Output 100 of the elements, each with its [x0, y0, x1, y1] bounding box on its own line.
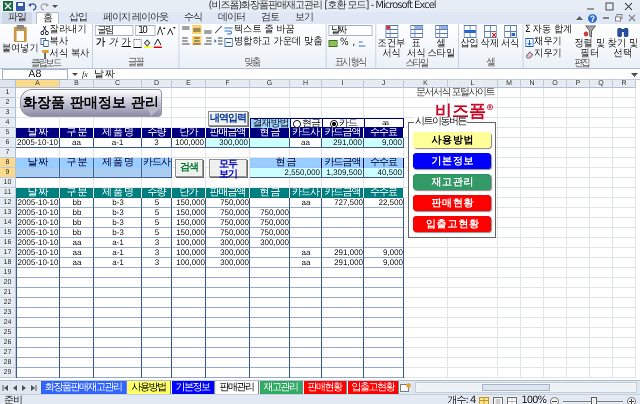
currency-icon[interactable]	[328, 38, 338, 48]
binoculars-icon	[616, 25, 630, 38]
find-select-button[interactable]: 찾기 및 선택	[607, 25, 639, 59]
undo-icon[interactable]	[28, 2, 37, 10]
table-style-icon	[434, 25, 448, 38]
cut-button[interactable]: 잘라내기	[40, 25, 90, 35]
filter-input-field[interactable]	[94, 168, 142, 178]
insert-function-button[interactable]: fx	[82, 70, 88, 78]
save-icon[interactable]	[16, 2, 25, 10]
font-field[interactable]: 굴림	[94, 25, 134, 36]
sheet-nav-button[interactable]: 재 고 관 리	[413, 174, 491, 190]
copy-button[interactable]: 복사	[40, 37, 90, 47]
ribbon-tab[interactable]: 수식	[178, 12, 208, 24]
close-icon[interactable]	[624, 2, 633, 10]
align-icon[interactable]	[204, 36, 213, 45]
filter-input-field[interactable]	[142, 168, 172, 178]
previous-sheet-icon[interactable]	[12, 384, 18, 392]
font-size-field[interactable]: 10	[135, 25, 156, 36]
comma-button[interactable]: ,	[352, 38, 356, 48]
ribbon-tab[interactable]: 데이터	[212, 12, 252, 24]
merge-center-button[interactable]: 병합하고 가운데 맞춤	[224, 37, 322, 47]
dropdown-caret-icon[interactable]	[72, 71, 78, 77]
caret-icon[interactable]	[576, 14, 583, 22]
paste-button[interactable]: 붙여넣기	[2, 25, 39, 54]
decimal-icon[interactable]	[358, 38, 368, 48]
sort-filter-button[interactable]: 정렬 및 필터	[574, 25, 606, 59]
next-sheet-icon[interactable]	[21, 384, 27, 392]
fill-color-icon[interactable]	[144, 38, 152, 48]
zoom-in-icon[interactable]	[627, 396, 636, 404]
number-format-field[interactable]: 날짜	[328, 25, 372, 36]
table-cell-text: 5	[154, 208, 160, 218]
ribbon-tab[interactable]: 보기	[289, 12, 320, 24]
table-cell-text: aa	[72, 258, 82, 268]
style-button[interactable]: 조건부 서식	[378, 25, 406, 59]
align-icon[interactable]	[192, 25, 202, 34]
eraser-icon	[524, 50, 534, 58]
table-header: 날 짜	[16, 128, 60, 138]
style-button[interactable]: 셀 스타일	[427, 25, 455, 59]
style-button[interactable]: 표 서식	[407, 25, 426, 59]
clipboard-icon	[12, 25, 28, 43]
first-sheet-icon[interactable]	[2, 384, 9, 392]
help-icon[interactable]	[588, 14, 597, 22]
page-break-view-icon[interactable]	[507, 396, 518, 404]
page-layout-view-icon[interactable]	[493, 396, 504, 404]
grow-font-icon[interactable]	[158, 26, 166, 35]
percent-button[interactable]: %	[339, 38, 350, 48]
ribbon-tab[interactable]: 페이지 레이아웃	[97, 12, 174, 24]
table-cell-text: 9,000	[382, 248, 404, 258]
table-header: 수량	[142, 188, 172, 198]
radio-button[interactable]	[330, 120, 338, 128]
ribbon-tab[interactable]: 홈	[36, 12, 59, 24]
table-header: 판매금액	[206, 128, 250, 138]
cell-button[interactable]: 삽입	[460, 25, 479, 49]
sheet-nav-button[interactable]: 사 용 방 법	[413, 132, 491, 148]
align-icon[interactable]	[192, 36, 202, 45]
sheet-tab[interactable]: 판매현황	[304, 381, 346, 394]
file-tab[interactable]: 파일	[2, 12, 32, 24]
entry-button[interactable]: 내역입력	[208, 111, 248, 126]
sheet-tab[interactable]: 입출고현황	[348, 381, 399, 394]
sheet-tab[interactable]: 기본정보	[172, 381, 214, 394]
autosum-button[interactable]: Σ 자동 합계	[524, 25, 572, 35]
sheet-tab[interactable]: 사용방법	[128, 381, 170, 394]
filter-input-field[interactable]	[16, 168, 60, 178]
align-icon[interactable]	[181, 36, 191, 45]
bold-button[interactable]: 가	[94, 38, 106, 48]
search-button[interactable]: 검색	[175, 159, 203, 177]
sheet-tab[interactable]: 화장품판매재고관리	[41, 381, 126, 394]
ribbon-tab[interactable]: 삽입	[63, 12, 93, 24]
radio-button[interactable]	[293, 120, 301, 128]
cell-button[interactable]: 삭제	[480, 25, 500, 49]
table-cell-text: b-3	[111, 218, 125, 228]
wrap-text-button[interactable]: 텍스트 줄 바꿈	[224, 25, 322, 35]
fill-button[interactable]: 채우기	[524, 37, 572, 47]
maximize-icon[interactable]	[605, 2, 614, 10]
last-sheet-icon[interactable]	[30, 384, 37, 392]
show-all-button[interactable]: 모두 보기	[209, 159, 247, 177]
table-cell-text: 150,000	[175, 218, 206, 228]
table-cell-text: 3	[154, 248, 160, 258]
ribbon-tab[interactable]: 검토	[255, 12, 286, 24]
insert-sheet-icon[interactable]	[400, 383, 411, 392]
filter-input-field[interactable]	[60, 168, 94, 178]
format-painter-button[interactable]: 서식 복사	[40, 49, 90, 59]
cell-button[interactable]: 서식	[500, 25, 520, 49]
dropdown-caret-icon[interactable]	[52, 3, 58, 9]
clear-button[interactable]: 지우기	[524, 49, 572, 59]
underline-button[interactable]: 가	[120, 38, 132, 48]
sheet-nav-button[interactable]: 기 본 정 보	[413, 153, 491, 169]
sheet-tab[interactable]: 판매관리	[216, 381, 258, 394]
restore-icon[interactable]	[615, 14, 623, 22]
font-color-icon[interactable]	[154, 38, 162, 48]
shrink-font-icon[interactable]	[168, 26, 176, 35]
name-box[interactable]: A8	[2, 68, 68, 80]
text-orientation-icon[interactable]	[214, 25, 223, 34]
zoom-out-icon[interactable]	[550, 396, 559, 404]
sheet-nav-button[interactable]: 판 매 현 황	[413, 195, 491, 211]
italic-button[interactable]: 가	[108, 38, 119, 48]
indent-icon[interactable]	[214, 36, 223, 45]
horizontal-scrollbar[interactable]	[415, 382, 637, 393]
border-icon[interactable]	[134, 38, 142, 48]
sheet-nav-button[interactable]: 입 출 고 현 황	[413, 216, 491, 232]
